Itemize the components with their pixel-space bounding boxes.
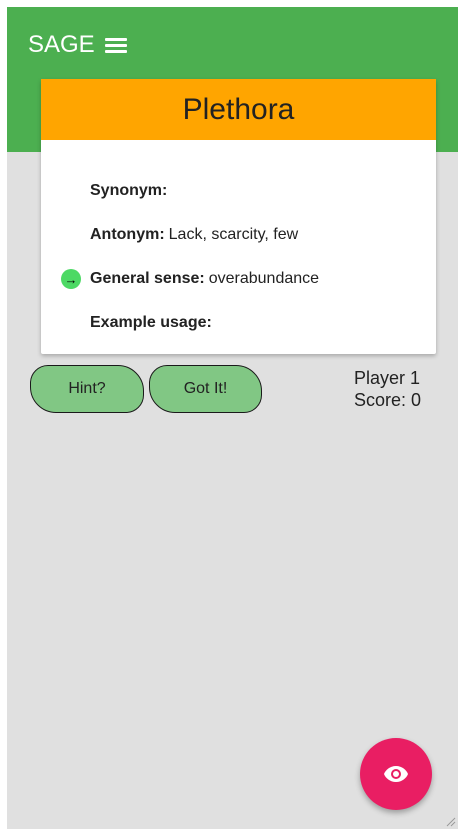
clue-row-general-sense: → General sense: overabundance	[61, 267, 319, 291]
clue-row-synonym: Synonym:	[90, 179, 171, 203]
player-info: Player 1 Score: 0	[354, 367, 421, 411]
clue-value: Lack, scarcity, few	[168, 226, 299, 243]
clue-label: Antonym:	[90, 226, 165, 243]
player-name: Player 1	[354, 368, 421, 388]
clue-label: Synonym:	[90, 182, 168, 199]
reveal-fab-button[interactable]	[360, 738, 432, 810]
clue-row-antonym: Antonym: Lack, scarcity, few	[90, 223, 298, 247]
arrow-right-icon: →	[61, 269, 81, 289]
brand: SAGE	[28, 31, 127, 59]
hint-button[interactable]: Hint?	[30, 365, 144, 413]
clue-label: General sense:	[90, 270, 205, 287]
clue-label: Example usage:	[90, 314, 212, 331]
app-title: SAGE	[28, 31, 95, 58]
eye-icon	[384, 766, 408, 782]
app-container: SAGE Plethora Synonym: Antonym: Lack, sc…	[7, 7, 458, 829]
clue-row-example-usage: Example usage:	[90, 311, 216, 335]
got-it-button[interactable]: Got It!	[149, 365, 262, 413]
word-title: Plethora	[182, 92, 295, 126]
hamburger-menu-icon[interactable]	[104, 37, 127, 53]
resize-handle-icon[interactable]	[444, 815, 456, 827]
clue-value: overabundance	[208, 270, 320, 287]
player-score: Score: 0	[354, 390, 422, 410]
word-card-header: Plethora	[41, 79, 436, 140]
